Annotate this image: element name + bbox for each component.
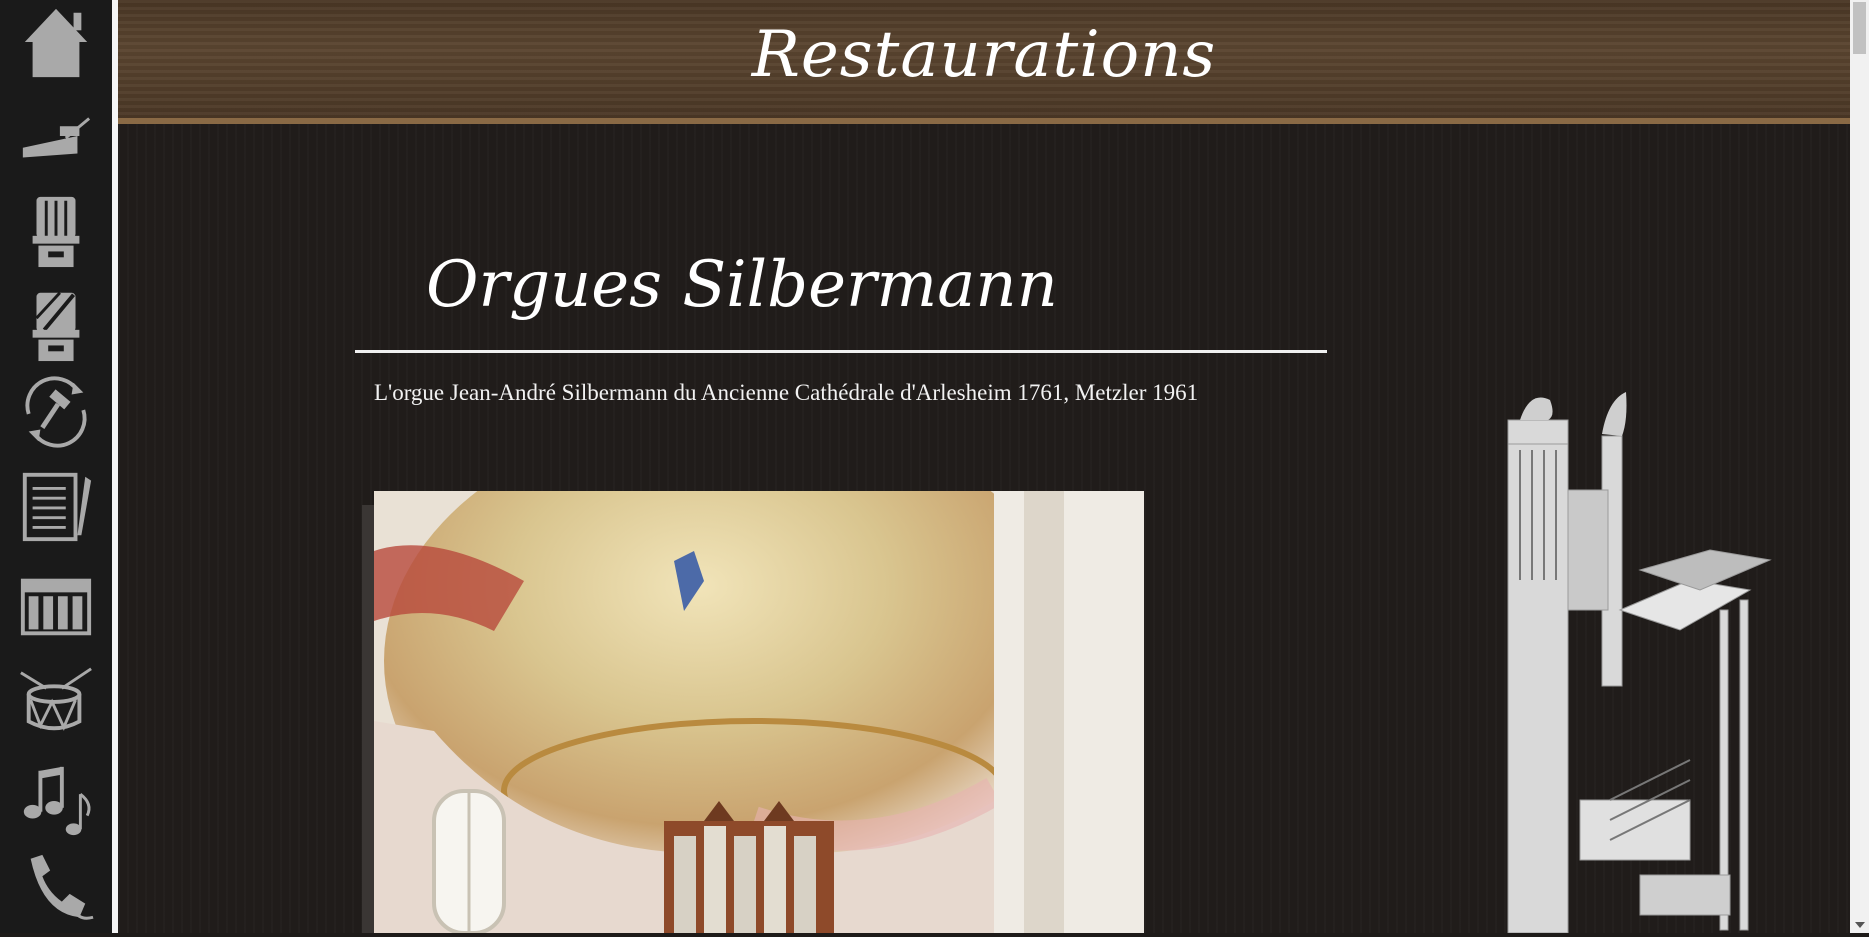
nav-restorations[interactable] [14,370,98,454]
sidebar-nav [0,0,118,933]
music-notes-icon [23,766,91,836]
nav-checklist[interactable] [14,464,98,548]
scrollbar-thumb[interactable] [1853,2,1866,54]
nav-home[interactable] [14,0,98,84]
home-icon [24,8,88,78]
piano-keys-icon [20,578,92,636]
organ-icon [32,196,80,268]
church-ceiling-image [374,491,1144,933]
nav-percussion[interactable] [14,658,98,742]
section-title-rule [355,350,1327,353]
nav-keyboard[interactable] [14,564,98,648]
organ-engraving-illustration [1490,380,1820,934]
photo-caption: L'orgue Jean-André Silbermann du Ancienn… [374,380,1199,405]
nav-contact[interactable] [14,846,98,930]
nav-music[interactable] [14,758,98,842]
page-title: Restaurations [751,18,1217,92]
hammer-cycle-icon [25,376,87,448]
section-title: Orgues Silbermann [426,248,1058,322]
scroll-down-arrow[interactable] [1855,922,1865,928]
page-header: Restaurations [118,0,1850,124]
vertical-scrollbar[interactable] [1850,0,1869,933]
nav-woodwork[interactable] [14,94,98,178]
plane-tool-icon [22,117,91,158]
checklist-icon [22,472,92,542]
organ-restoration-icon [32,291,80,362]
organ-photo[interactable] [374,491,1144,933]
drum-icon [20,667,92,731]
nav-organ-restoration[interactable] [14,282,98,366]
phone-icon [30,854,94,920]
nav-organs[interactable] [14,188,98,272]
